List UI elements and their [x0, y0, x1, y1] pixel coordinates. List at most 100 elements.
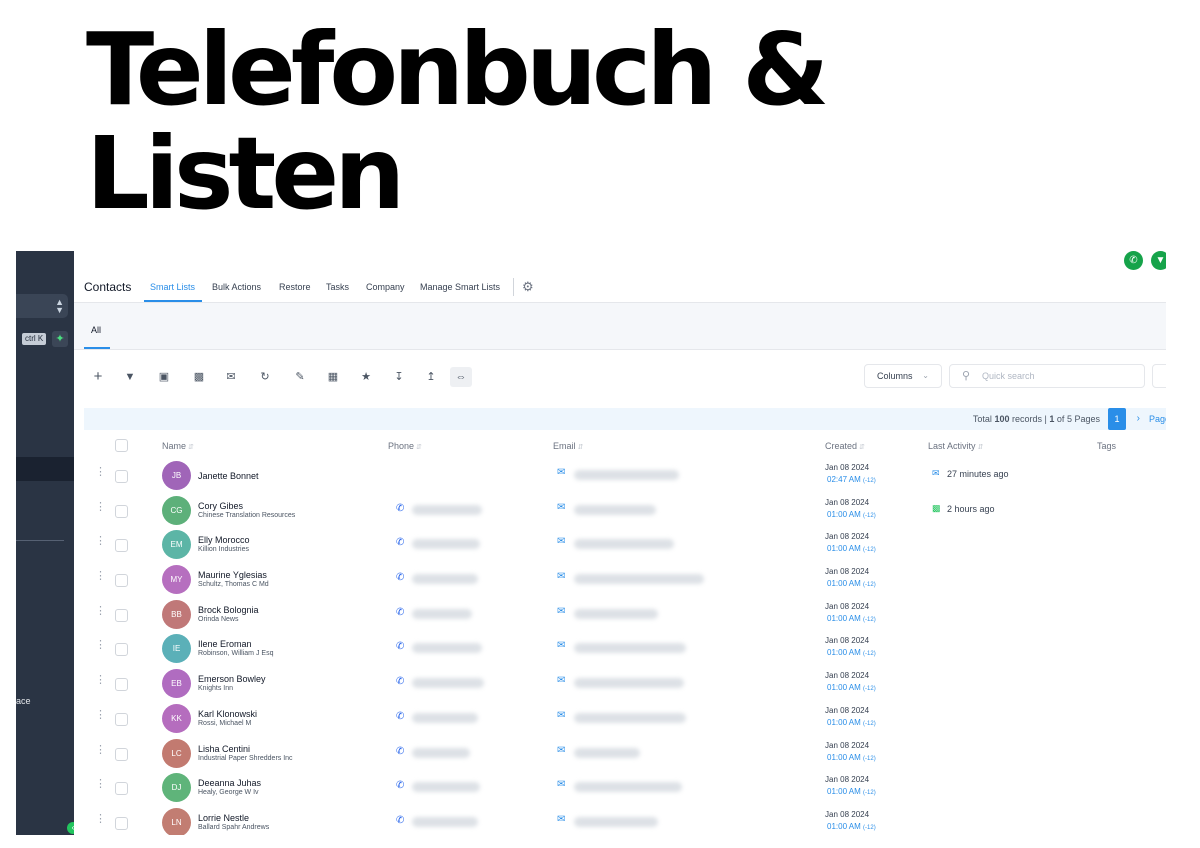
drag-handle-icon[interactable]: ⋮ [95, 675, 106, 686]
email-icon[interactable]: ✉ [557, 467, 565, 478]
email-icon[interactable]: ✉ [557, 779, 565, 790]
row-checkbox[interactable] [115, 712, 128, 726]
email-icon[interactable]: ✉ [557, 710, 565, 721]
table-row[interactable]: ⋮ MY Maurine Yglesias Schultz, Thomas C Md ✆… [74, 562, 1166, 597]
row-checkbox[interactable] [115, 747, 128, 761]
drag-handle-icon[interactable]: ⋮ [95, 571, 106, 582]
contact-name[interactable]: Elly Morocco [198, 535, 250, 545]
phone-icon[interactable]: ✆ [396, 676, 404, 687]
columns-dropdown[interactable]: Columns ⌄ [864, 364, 942, 388]
table-row[interactable]: ⋮ BB Brock Bolognia Orinda News ✆ ✉ Jan 08 202… [74, 597, 1166, 632]
plus-icon[interactable]: + [87, 367, 109, 387]
email-icon[interactable]: ✉ [557, 675, 565, 686]
email-icon[interactable]: ✉ [557, 606, 565, 617]
drag-handle-icon[interactable]: ⋮ [95, 605, 106, 617]
table-row[interactable]: ⋮ JB Janette Bonnet ✉ Jan 08 2024 02:47 AM (-… [74, 458, 1166, 493]
star-icon[interactable]: ★ [355, 367, 377, 387]
contact-name[interactable]: Karl Klonowski [198, 709, 257, 719]
account-switcher[interactable]: ▲ ▼ [16, 294, 68, 318]
email-icon[interactable]: ✉ [557, 571, 565, 582]
table-row[interactable]: ⋮ IE Ilene Eroman Robinson, William J Esq ✆ ✉… [74, 631, 1166, 666]
phone-icon[interactable]: ✆ [396, 711, 404, 722]
col-tags[interactable]: Tags [1097, 441, 1116, 451]
drag-handle-icon[interactable]: ⋮ [95, 709, 106, 721]
sidebar-active-item[interactable] [16, 457, 74, 481]
table-row[interactable]: ⋮ EM Elly Morocco Killion Industries ✆ ✉ Jan 0… [74, 527, 1166, 562]
chevron-right-icon[interactable]: › [1137, 413, 1140, 424]
clipboard-icon[interactable]: ✎ [289, 367, 311, 387]
drag-handle-icon[interactable]: ⋮ [95, 467, 106, 478]
phone-icon[interactable]: ✆ [396, 572, 404, 583]
upload-icon[interactable]: ↥ [420, 367, 442, 387]
contact-name[interactable]: Deeanna Juhas [198, 778, 261, 788]
row-checkbox[interactable] [115, 678, 128, 692]
sidebar-item-label[interactable]: ace [16, 696, 31, 706]
email-icon[interactable]: ✉ [557, 745, 565, 756]
phone-icon[interactable]: ✆ [396, 641, 404, 652]
email-icon[interactable]: ✉ [557, 814, 565, 825]
col-last-activity[interactable]: Last Activity ⇵ [928, 441, 983, 451]
email-icon[interactable]: ✉ [557, 640, 565, 651]
email-icon[interactable]: ✉ [557, 536, 565, 547]
col-phone[interactable]: Phone ⇵ [388, 441, 422, 451]
tab-restore[interactable]: Restore [279, 282, 311, 292]
phone-icon[interactable]: ✆ [396, 503, 404, 514]
page-size-link[interactable]: Page [1149, 414, 1166, 424]
col-name[interactable]: Name ⇵ [162, 441, 194, 451]
phone-icon[interactable]: ✆ [396, 607, 404, 618]
phone-icon[interactable]: ✆ [396, 537, 404, 548]
table-row[interactable]: ⋮ KK Karl Klonowski Rossi, Michael M ✆ ✉ Jan 0… [74, 701, 1166, 736]
phone-icon[interactable]: ✆ [396, 815, 404, 826]
tab-manage-smart-lists[interactable]: Manage Smart Lists [420, 282, 500, 292]
tab-all[interactable]: All [91, 325, 101, 335]
tab-company[interactable]: Company [366, 282, 405, 292]
col-created[interactable]: Created ⇵ [825, 441, 865, 451]
row-checkbox[interactable] [115, 643, 128, 657]
tab-smart-lists[interactable]: Smart Lists [150, 282, 195, 292]
bot-icon[interactable]: ▣ [153, 367, 175, 387]
download-icon[interactable]: ↧ [388, 367, 410, 387]
tab-tasks[interactable]: Tasks [326, 282, 349, 292]
filter-icon[interactable]: ▼ [119, 367, 141, 387]
search-input[interactable] [982, 369, 1132, 383]
quick-search[interactable]: ⚲ [949, 364, 1145, 388]
contact-name[interactable]: Brock Bolognia [198, 605, 259, 615]
contact-name[interactable]: Janette Bonnet [198, 471, 259, 481]
contact-name[interactable]: Emerson Bowley [198, 674, 266, 684]
row-checkbox[interactable] [115, 504, 128, 518]
contact-name[interactable]: Lorrie Nestle [198, 813, 249, 823]
contact-name[interactable]: Lisha Centini [198, 744, 250, 754]
contact-name[interactable]: Cory Gibes [198, 501, 243, 511]
row-checkbox[interactable] [115, 782, 128, 796]
row-checkbox[interactable] [115, 608, 128, 622]
merge-icon[interactable]: ⇔ [450, 367, 472, 387]
email-icon[interactable]: ✉ [557, 502, 565, 513]
contact-name[interactable]: Maurine Yglesias [198, 570, 267, 580]
email-icon[interactable]: ✉ [220, 367, 242, 387]
drag-handle-icon[interactable]: ⋮ [95, 536, 106, 547]
more-options-button[interactable] [1152, 364, 1166, 388]
tab-bulk-actions[interactable]: Bulk Actions [212, 282, 261, 292]
drag-handle-icon[interactable]: ⋮ [95, 744, 106, 756]
phone-icon[interactable]: ✆ [396, 780, 404, 791]
contact-name[interactable]: Ilene Eroman [198, 639, 252, 649]
table-row[interactable]: ⋮ LC Lisha Centini Industrial Paper Shredde… [74, 736, 1166, 771]
row-checkbox[interactable] [115, 539, 128, 553]
page-1-button[interactable]: 1 [1108, 408, 1126, 430]
phone-icon[interactable]: ✆ [1124, 251, 1143, 270]
row-checkbox[interactable] [115, 816, 128, 830]
row-checkbox[interactable] [115, 470, 128, 483]
message-icon[interactable]: ▩ [188, 367, 210, 387]
table-row[interactable]: ⋮ CG Cory Gibes Chinese Translation Resourc… [74, 493, 1166, 528]
col-email[interactable]: Email ⇵ [553, 441, 583, 451]
row-checkbox[interactable] [115, 574, 128, 588]
gear-icon[interactable]: ⚙ [522, 279, 534, 295]
drag-handle-icon[interactable]: ⋮ [95, 813, 106, 825]
trash-icon[interactable]: ▦ [322, 367, 344, 387]
drag-handle-icon[interactable]: ⋮ [95, 501, 106, 513]
table-row[interactable]: ⋮ DJ Deeanna Juhas Healy, George W Iv ✆ ✉ Jan … [74, 770, 1166, 805]
clipboard-sync-icon[interactable]: ↻ [254, 367, 276, 387]
spark-icon[interactable]: ✦ [52, 331, 68, 347]
phone-icon[interactable]: ✆ [396, 746, 404, 757]
table-row[interactable]: ⋮ EB Emerson Bowley Knights Inn ✆ ✉ Jan 08 202… [74, 666, 1166, 701]
